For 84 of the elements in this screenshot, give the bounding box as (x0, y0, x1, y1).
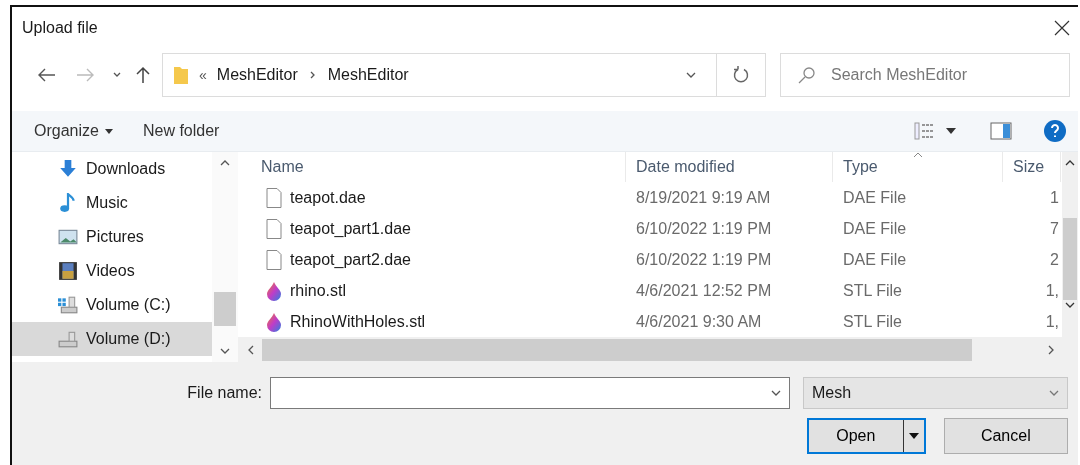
help-icon[interactable] (1044, 120, 1066, 142)
close-icon[interactable] (1054, 20, 1070, 36)
chevron-down-icon (1049, 388, 1059, 398)
date-cell-text: 4/6/2021 12:52 PM (635, 280, 773, 301)
size-cell-text: 1, (1044, 311, 1060, 332)
column-header[interactable]: Type (833, 152, 1003, 182)
cancel-button[interactable]: Cancel (943, 418, 1068, 454)
size-cell-text: 1 (1049, 187, 1060, 208)
window-title: Upload file (22, 19, 98, 37)
file-name[interactable]: teapot_part1.dae (290, 219, 411, 238)
document-icon (266, 249, 282, 270)
file-row-name[interactable]: rhino.stl (251, 275, 626, 306)
breadcrumb-item[interactable]: MeshEditor (327, 66, 409, 84)
film-icon (58, 261, 78, 281)
droplet-icon (266, 311, 282, 332)
file-row-name[interactable]: RhinoWithHoles.stl (251, 306, 626, 337)
file-name[interactable]: rhino.stl (290, 281, 347, 300)
sidebar-item[interactable]: Music (12, 186, 212, 220)
refresh-icon[interactable] (732, 66, 750, 84)
type-cell-text: DAE File (842, 249, 908, 270)
organize-menu[interactable]: Organize (24, 118, 123, 144)
scrollbar-thumb[interactable] (262, 338, 972, 361)
type-cell-text: STL File (842, 280, 903, 301)
date-cell-text: 8/19/2021 9:19 AM (635, 187, 772, 208)
view-options-icon[interactable] (914, 122, 936, 140)
sidebar-item[interactable]: Volume (D:) (12, 322, 212, 356)
search-field[interactable]: Search MeshEditor (780, 53, 1070, 97)
open-button[interactable]: Open (807, 418, 926, 454)
sidebar-item[interactable]: Volume (C:) (12, 288, 212, 322)
music-note-icon (58, 193, 78, 213)
chevron-down-icon (686, 70, 696, 80)
type-cell-text: DAE File (842, 218, 908, 239)
drive-icon (58, 295, 78, 315)
scrollbar-thumb[interactable] (1063, 218, 1077, 300)
preview-pane-icon[interactable] (990, 122, 1012, 140)
file-name[interactable]: teapot_part2.dae (290, 250, 411, 269)
size-cell-text: 2 (1049, 249, 1060, 270)
file-name[interactable]: teapot.dae (290, 188, 366, 207)
sort-indicator-icon (912, 152, 923, 158)
scroll-down-icon (220, 346, 230, 356)
file-name-label: File name: (186, 383, 262, 403)
pictures-icon (58, 227, 78, 247)
new-folder-button[interactable]: New folder (132, 118, 230, 144)
sidebar-item[interactable]: Pictures (12, 220, 212, 254)
column-header[interactable]: Size (1003, 152, 1061, 182)
drive-icon (58, 329, 78, 349)
column-header[interactable]: Name (251, 152, 626, 182)
scroll-up-icon (1065, 158, 1075, 168)
breadcrumb-overflow[interactable]: « (199, 67, 207, 83)
sidebar-item[interactable]: Videos (12, 254, 212, 288)
scroll-down-icon (1065, 300, 1075, 310)
breadcrumb-item[interactable]: MeshEditor (216, 66, 298, 84)
type-cell-text: STL File (842, 311, 903, 332)
dropdown-arrow-icon[interactable] (946, 128, 956, 134)
document-icon (266, 218, 282, 239)
caret-icon (908, 433, 919, 439)
file-row-name[interactable]: teapot_part2.dae (251, 244, 626, 275)
droplet-icon (266, 280, 282, 301)
file-name-field[interactable] (270, 377, 790, 409)
sidebar-item[interactable]: Downloads (12, 152, 212, 186)
download-icon (58, 159, 78, 179)
scroll-right-icon (1046, 344, 1056, 355)
file-row-name[interactable]: teapot_part1.dae (251, 213, 626, 244)
date-cell-text: 6/10/2022 1:19 PM (635, 249, 773, 270)
size-cell-text: 1, (1044, 280, 1060, 301)
file-name[interactable]: RhinoWithHoles.stl (290, 312, 426, 331)
document-icon (266, 187, 282, 208)
back-arrow-icon[interactable] (38, 68, 56, 82)
folder-icon (173, 65, 189, 85)
date-cell-text: 4/6/2021 9:30 AM (635, 311, 763, 332)
size-cell-text: 7 (1049, 218, 1060, 239)
file-row-name[interactable]: teapot.dae (251, 182, 626, 213)
date-cell-text: 6/10/2022 1:19 PM (635, 218, 773, 239)
scrollbar-thumb[interactable] (214, 292, 236, 326)
caret-icon (104, 128, 113, 134)
type-cell-text: DAE File (842, 187, 908, 208)
scroll-left-icon (246, 344, 256, 355)
chevron-down-icon (771, 388, 781, 398)
up-arrow-icon[interactable] (136, 66, 150, 84)
address-bar[interactable]: « MeshEditor MeshEditor (162, 53, 766, 97)
scroll-up-icon (220, 158, 230, 168)
column-header[interactable]: Date modified (626, 152, 833, 182)
search-icon (798, 66, 816, 84)
file-type-dropdown[interactable]: Mesh (803, 377, 1068, 409)
